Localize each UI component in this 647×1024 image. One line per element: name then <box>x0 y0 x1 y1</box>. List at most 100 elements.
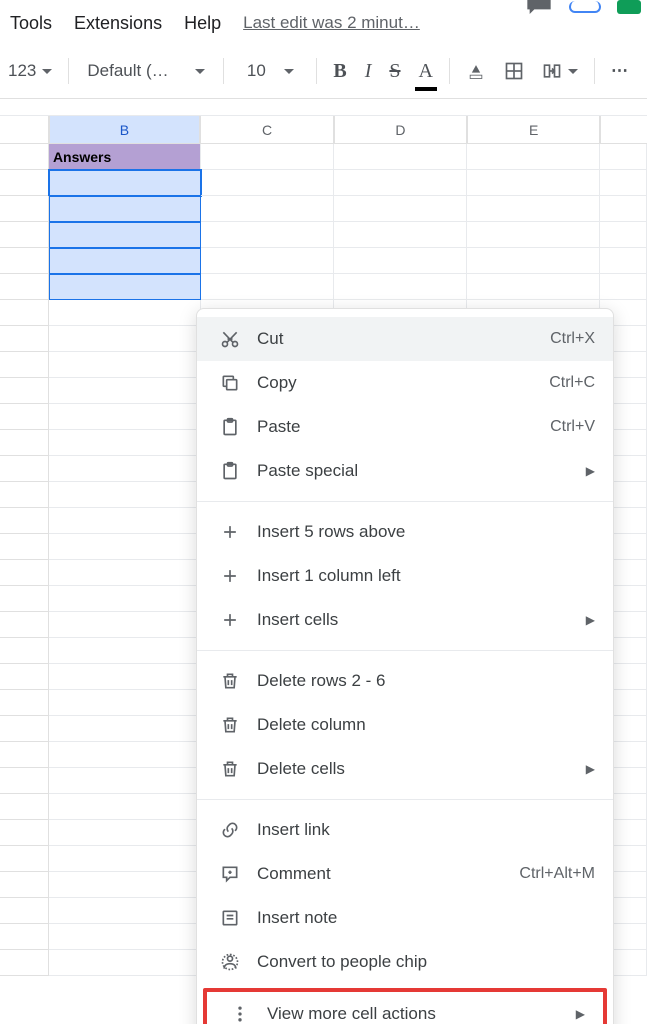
row-header[interactable] <box>0 898 49 924</box>
menu-tools[interactable]: Tools <box>10 13 52 34</box>
row-header[interactable] <box>0 430 49 456</box>
cell[interactable] <box>467 144 600 170</box>
cell[interactable] <box>49 768 201 794</box>
row-header[interactable] <box>0 872 49 898</box>
row-header[interactable] <box>0 534 49 560</box>
row-header[interactable] <box>0 404 49 430</box>
row-header[interactable] <box>0 170 49 196</box>
cell[interactable] <box>600 170 647 196</box>
cell[interactable] <box>600 274 647 300</box>
font-size-dropdown[interactable]: 10 <box>234 54 306 88</box>
cell[interactable] <box>49 898 201 924</box>
menu-extensions[interactable]: Extensions <box>74 13 162 34</box>
context-menu-item-delete-rows-2-6[interactable]: Delete rows 2 - 6 <box>197 659 613 703</box>
borders-button[interactable] <box>498 54 530 88</box>
font-family-dropdown[interactable]: Default (Ari… <box>79 54 213 88</box>
row-header[interactable] <box>0 742 49 768</box>
column-header[interactable] <box>600 116 647 144</box>
cell[interactable] <box>49 508 201 534</box>
cell[interactable] <box>334 248 467 274</box>
merge-cells-button[interactable] <box>536 54 584 88</box>
row-header[interactable] <box>0 482 49 508</box>
cell[interactable] <box>49 664 201 690</box>
cell[interactable] <box>467 248 600 274</box>
context-menu-item-insert-1-column-left[interactable]: Insert 1 column left <box>197 554 613 598</box>
row-header[interactable] <box>0 690 49 716</box>
cell[interactable] <box>49 586 201 612</box>
cell[interactable] <box>201 222 334 248</box>
cell[interactable] <box>334 144 467 170</box>
row-header[interactable] <box>0 508 49 534</box>
cell[interactable] <box>467 196 600 222</box>
cell[interactable] <box>49 872 201 898</box>
context-menu-item-comment[interactable]: CommentCtrl+Alt+M <box>197 852 613 896</box>
sheets-icon[interactable] <box>617 0 641 14</box>
cell[interactable] <box>334 196 467 222</box>
cell[interactable] <box>600 248 647 274</box>
row-header[interactable] <box>0 768 49 794</box>
row-header[interactable] <box>0 352 49 378</box>
cell[interactable] <box>49 378 201 404</box>
row-header[interactable] <box>0 560 49 586</box>
cell[interactable] <box>49 274 201 300</box>
context-menu-item-delete-column[interactable]: Delete column <box>197 703 613 747</box>
context-menu-item-insert-cells[interactable]: Insert cells▶ <box>197 598 613 642</box>
cell[interactable] <box>49 924 201 950</box>
context-menu-item-insert-note[interactable]: Insert note <box>197 896 613 940</box>
cell[interactable] <box>467 222 600 248</box>
cell[interactable] <box>334 170 467 196</box>
row-header[interactable] <box>0 716 49 742</box>
row-header[interactable] <box>0 638 49 664</box>
cell[interactable] <box>201 170 334 196</box>
more-toolbar-button[interactable]: ⋯ <box>605 54 636 88</box>
cell[interactable] <box>600 144 647 170</box>
column-header-b[interactable]: B <box>49 116 201 144</box>
cell[interactable] <box>49 612 201 638</box>
share-present-icon[interactable] <box>569 1 601 13</box>
header-cell-answers[interactable]: Answers <box>49 144 201 170</box>
row-header[interactable] <box>0 222 49 248</box>
last-edit-info[interactable]: Last edit was 2 minut… <box>243 13 420 33</box>
cell[interactable] <box>467 274 600 300</box>
cell[interactable] <box>49 170 201 196</box>
comment-history-icon[interactable] <box>525 0 553 14</box>
cell[interactable] <box>334 222 467 248</box>
row-header[interactable] <box>0 248 49 274</box>
cell[interactable] <box>600 222 647 248</box>
cell[interactable] <box>49 404 201 430</box>
row-header[interactable] <box>0 196 49 222</box>
row-header[interactable] <box>0 586 49 612</box>
column-header-c[interactable]: C <box>200 116 333 144</box>
cell[interactable] <box>201 274 334 300</box>
row-header[interactable] <box>0 664 49 690</box>
row-header[interactable] <box>0 794 49 820</box>
cell[interactable] <box>49 716 201 742</box>
context-menu-item-insert-link[interactable]: Insert link <box>197 808 613 852</box>
cell[interactable] <box>201 144 334 170</box>
row-header[interactable] <box>0 274 49 300</box>
cell[interactable] <box>49 456 201 482</box>
cell[interactable] <box>600 196 647 222</box>
row-header[interactable] <box>0 300 49 326</box>
column-header-e[interactable]: E <box>467 116 600 144</box>
row-header[interactable] <box>0 456 49 482</box>
cell[interactable] <box>49 820 201 846</box>
italic-button[interactable]: I <box>359 54 378 88</box>
context-menu-item-view-more-cell-actions[interactable]: View more cell actions▶ <box>207 992 603 1024</box>
row-header[interactable] <box>0 820 49 846</box>
cell[interactable] <box>49 482 201 508</box>
context-menu-item-insert-5-rows-above[interactable]: Insert 5 rows above <box>197 510 613 554</box>
column-header[interactable] <box>0 116 49 144</box>
row-header[interactable] <box>0 924 49 950</box>
cell[interactable] <box>49 560 201 586</box>
text-color-button[interactable]: A <box>413 54 439 88</box>
bold-button[interactable]: B <box>327 54 352 88</box>
cell[interactable] <box>49 846 201 872</box>
cell[interactable] <box>49 794 201 820</box>
cell[interactable] <box>49 742 201 768</box>
row-header[interactable] <box>0 378 49 404</box>
cell[interactable] <box>49 222 201 248</box>
cell[interactable] <box>201 196 334 222</box>
row-header[interactable] <box>0 144 49 170</box>
cell[interactable] <box>467 170 600 196</box>
